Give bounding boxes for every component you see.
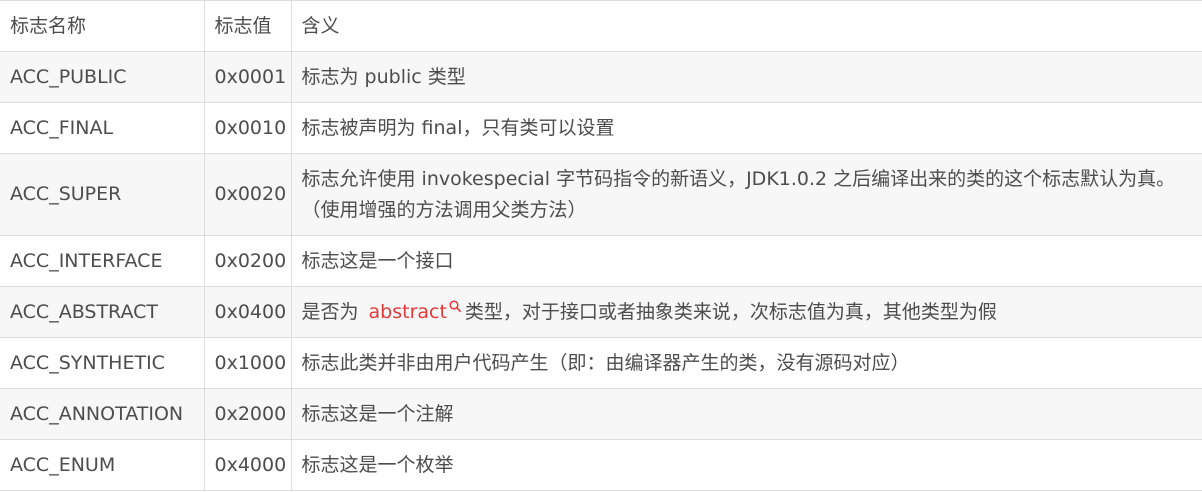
flag-meaning-cell: 是否为 abstract 类型，对于接口或者抽象类来说，次标志值为真，其他类型为假: [290, 286, 1202, 338]
flag-value-cell: 0x4000: [203, 439, 292, 491]
table-header-row: 标志名称 标志值 含义: [0, 0, 1202, 52]
header-flag-name: 标志名称: [0, 0, 205, 52]
flag-name-cell: ACC_FINAL: [0, 102, 205, 154]
flag-name-cell: ACC_ABSTRACT: [0, 286, 205, 338]
flag-name-cell: ACC_ANNOTATION: [0, 388, 205, 440]
abstract-search-link[interactable]: abstract: [368, 299, 461, 323]
flag-meaning-cell: 标志允许使用 invokespecial 字节码指令的新语义，JDK1.0.2 …: [290, 153, 1202, 236]
link-label: abstract: [368, 300, 447, 323]
flag-value-cell: 0x0020: [203, 153, 292, 236]
flag-value-cell: 0x0010: [203, 102, 292, 154]
table-row: ACC_ANNOTATION 0x2000 标志这是一个注解: [0, 388, 1202, 440]
flag-value-cell: 0x0200: [203, 235, 292, 287]
flag-meaning-cell: 标志这是一个注解: [290, 388, 1202, 440]
table-row: ACC_PUBLIC 0x0001 标志为 public 类型: [0, 51, 1202, 103]
flag-value-cell: 0x0400: [203, 286, 292, 338]
flag-name-cell: ACC_INTERFACE: [0, 235, 205, 287]
table-row: ACC_SYNTHETIC 0x1000 标志此类并非由用户代码产生（即：由编译…: [0, 337, 1202, 389]
table-row: ACC_FINAL 0x0010 标志被声明为 final，只有类可以设置: [0, 102, 1202, 154]
table-row: ACC_ABSTRACT 0x0400 是否为 abstract 类型，对于接口或者…: [0, 286, 1202, 338]
flag-name-cell: ACC_ENUM: [0, 439, 205, 491]
flag-value-cell: 0x0001: [203, 51, 292, 103]
table-row: ACC_ENUM 0x4000 标志这是一个枚举: [0, 439, 1202, 491]
table-row: ACC_INTERFACE 0x0200 标志这是一个接口: [0, 235, 1202, 287]
table-row: ACC_SUPER 0x0020 标志允许使用 invokespecial 字节…: [0, 153, 1202, 236]
flag-name-cell: ACC_SUPER: [0, 153, 205, 236]
flag-meaning-cell: 标志为 public 类型: [290, 51, 1202, 103]
flag-value-cell: 0x2000: [203, 388, 292, 440]
access-flags-table: 标志名称 标志值 含义 ACC_PUBLIC 0x0001 标志为 public…: [0, 0, 1202, 491]
flag-name-cell: ACC_PUBLIC: [0, 51, 205, 103]
header-meaning: 含义: [290, 0, 1202, 52]
flag-value-cell: 0x1000: [203, 337, 292, 389]
flag-meaning-cell: 标志被声明为 final，只有类可以设置: [290, 102, 1202, 154]
meaning-suffix: 类型，对于接口或者抽象类来说，次标志值为真，其他类型为假: [464, 300, 997, 323]
flag-meaning-cell: 标志这是一个接口: [290, 235, 1202, 287]
flag-meaning-cell: 标志此类并非由用户代码产生（即：由编译器产生的类，没有源码对应）: [290, 337, 1202, 389]
search-icon: [449, 299, 461, 312]
meaning-prefix: 是否为: [301, 300, 359, 323]
header-flag-value: 标志值: [203, 0, 292, 52]
flag-meaning-cell: 标志这是一个枚举: [290, 439, 1202, 491]
flag-name-cell: ACC_SYNTHETIC: [0, 337, 205, 389]
